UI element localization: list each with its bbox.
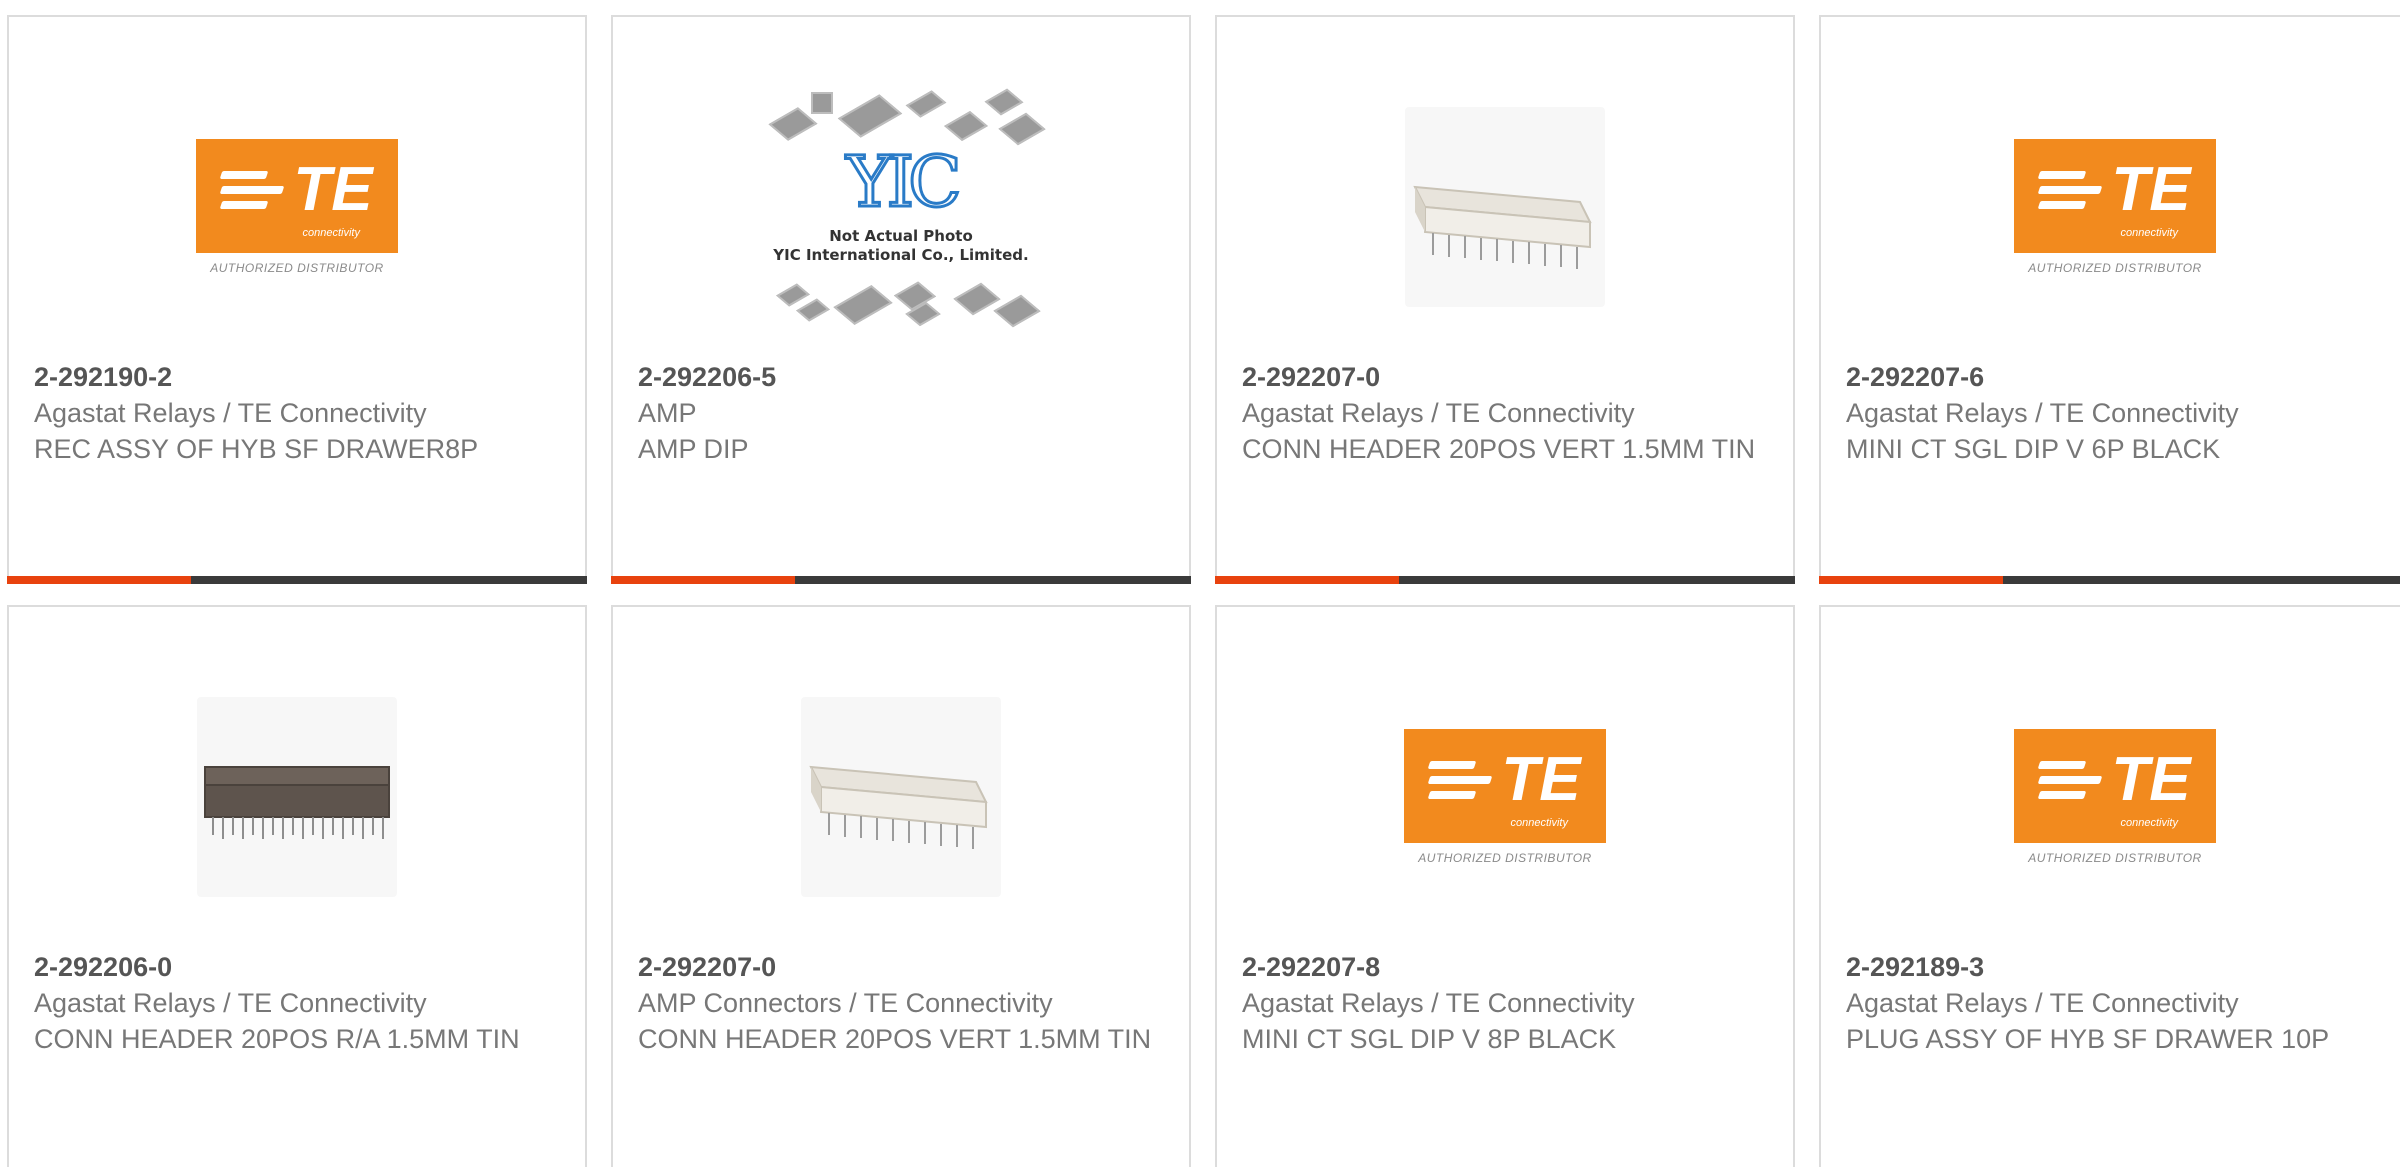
yic-caption-line1: Not Actual Photo <box>829 227 973 245</box>
te-logo-letters: TE <box>2111 155 2191 224</box>
card-bottom-bar <box>1819 576 2400 584</box>
te-logo-box: TE connectivity <box>196 139 398 253</box>
card-accent-bar <box>1819 576 2003 584</box>
product-card[interactable]: TE connectivity AUTHORIZED DISTRIBUTOR 2… <box>1819 15 2400 584</box>
chip-icon <box>984 88 1024 116</box>
card-bottom-bar <box>1215 576 1795 584</box>
te-logo-sub: connectivity <box>302 227 360 239</box>
header-vertical-icon <box>1413 185 1592 269</box>
card-accent-bar <box>611 576 795 584</box>
yic-caption-line2: YIC International Co., Limited. <box>773 246 1029 264</box>
part-number-link[interactable]: 2-292207-0 <box>638 949 1164 985</box>
product-image[interactable] <box>751 677 1051 917</box>
description: MINI CT SGL DIP V 6P BLACK <box>1846 434 2221 464</box>
chip-icon <box>905 90 947 118</box>
chip-icon <box>833 285 893 325</box>
connector-header-image <box>801 697 1001 897</box>
product-image[interactable]: TE connectivity AUTHORIZED DISTRIBUTOR <box>1965 677 2265 917</box>
product-grid: TE connectivity AUTHORIZED DISTRIBUTOR 2… <box>0 0 2400 1167</box>
te-connectivity-logo: TE connectivity AUTHORIZED DISTRIBUTOR <box>2014 729 2216 865</box>
chip-icon <box>993 294 1041 328</box>
te-logo-box: TE connectivity <box>1404 729 1606 843</box>
product-image[interactable] <box>147 677 447 917</box>
product-card[interactable]: 2-292207-0 Agastat Relays / TE Connectiv… <box>1215 15 1795 584</box>
description: AMP DIP <box>638 434 749 464</box>
te-logo-sub: connectivity <box>1510 817 1568 829</box>
authorized-distributor-label: AUTHORIZED DISTRIBUTOR <box>210 261 384 275</box>
te-logo-letters: TE <box>1501 745 1581 814</box>
card-bottom-bar <box>611 576 1191 584</box>
authorized-distributor-label: AUTHORIZED DISTRIBUTOR <box>2028 851 2202 865</box>
manufacturer: Agastat Relays / TE Connectivity <box>34 988 427 1018</box>
te-logo-sub: connectivity <box>2120 817 2178 829</box>
card-accent-bar <box>7 576 191 584</box>
te-lines-icon <box>2038 761 2103 799</box>
te-connectivity-logo: TE connectivity AUTHORIZED DISTRIBUTOR <box>1404 729 1606 865</box>
card-accent-bar <box>1215 576 1399 584</box>
part-number-link[interactable]: 2-292190-2 <box>34 359 560 395</box>
chip-icon <box>796 298 830 322</box>
product-card[interactable]: YIC Not Actual Photo YIC International C… <box>611 15 1191 584</box>
te-logo-letters: TE <box>293 155 373 224</box>
yic-placeholder-image: YIC Not Actual Photo YIC International C… <box>766 87 1046 328</box>
part-number-link[interactable]: 2-292207-8 <box>1242 949 1768 985</box>
description: PLUG ASSY OF HYB SF DRAWER 10P <box>1846 1024 2330 1054</box>
te-connectivity-logo: TE connectivity AUTHORIZED DISTRIBUTOR <box>196 139 398 275</box>
chip-icon <box>811 92 833 114</box>
chip-icon <box>998 112 1046 146</box>
product-card[interactable]: 2-292207-0 AMP Connectors / TE Connectiv… <box>611 605 1191 1167</box>
te-lines-icon <box>220 171 285 209</box>
manufacturer: Agastat Relays / TE Connectivity <box>1846 988 2239 1018</box>
authorized-distributor-label: AUTHORIZED DISTRIBUTOR <box>1418 851 1592 865</box>
product-image[interactable]: TE connectivity AUTHORIZED DISTRIBUTOR <box>147 87 447 327</box>
product-card[interactable]: TE connectivity AUTHORIZED DISTRIBUTOR 2… <box>7 15 587 584</box>
product-image[interactable]: YIC Not Actual Photo YIC International C… <box>751 87 1051 328</box>
card-bottom-bar <box>7 576 587 584</box>
yic-logo: YIC <box>845 141 963 223</box>
te-lines-icon <box>2038 171 2103 209</box>
te-logo-box: TE connectivity <box>2014 139 2216 253</box>
product-image[interactable]: TE connectivity AUTHORIZED DISTRIBUTOR <box>1355 677 1655 917</box>
connector-header-image <box>1405 107 1605 307</box>
manufacturer: Agastat Relays / TE Connectivity <box>1242 398 1635 428</box>
chip-icon <box>944 110 988 142</box>
chip-icon <box>837 94 903 138</box>
part-number-link[interactable]: 2-292189-3 <box>1846 949 2384 985</box>
te-logo-box: TE connectivity <box>2014 729 2216 843</box>
part-number-link[interactable]: 2-292206-0 <box>34 949 560 985</box>
header-right-angle-icon <box>204 766 390 839</box>
description: REC ASSY OF HYB SF DRAWER8P <box>34 434 479 464</box>
description: CONN HEADER 20POS VERT 1.5MM TIN <box>1242 434 1756 464</box>
te-lines-icon <box>1428 761 1493 799</box>
description: CONN HEADER 20POS VERT 1.5MM TIN <box>638 1024 1152 1054</box>
header-vertical-icon <box>809 765 988 849</box>
product-card[interactable]: 2-292206-0 Agastat Relays / TE Connectiv… <box>7 605 587 1167</box>
product-image[interactable] <box>1355 87 1655 327</box>
te-logo-sub: connectivity <box>2120 227 2178 239</box>
manufacturer: Agastat Relays / TE Connectivity <box>1242 988 1635 1018</box>
authorized-distributor-label: AUTHORIZED DISTRIBUTOR <box>2028 261 2202 275</box>
manufacturer: AMP Connectors / TE Connectivity <box>638 988 1053 1018</box>
product-image[interactable]: TE connectivity AUTHORIZED DISTRIBUTOR <box>1965 87 2265 327</box>
part-number-link[interactable]: 2-292207-0 <box>1242 359 1768 395</box>
description: CONN HEADER 20POS R/A 1.5MM TIN <box>34 1024 520 1054</box>
connector-header-image <box>197 697 397 897</box>
product-card[interactable]: TE connectivity AUTHORIZED DISTRIBUTOR 2… <box>1215 605 1795 1167</box>
product-card[interactable]: TE connectivity AUTHORIZED DISTRIBUTOR 2… <box>1819 605 2400 1167</box>
part-number-link[interactable]: 2-292207-6 <box>1846 359 2384 395</box>
manufacturer: AMP <box>638 398 697 428</box>
part-number-link[interactable]: 2-292206-5 <box>638 359 1164 395</box>
manufacturer: Agastat Relays / TE Connectivity <box>1846 398 2239 428</box>
te-logo-letters: TE <box>2111 745 2191 814</box>
manufacturer: Agastat Relays / TE Connectivity <box>34 398 427 428</box>
description: MINI CT SGL DIP V 8P BLACK <box>1242 1024 1617 1054</box>
yic-caption: Not Actual Photo YIC International Co., … <box>766 227 1036 265</box>
te-connectivity-logo: TE connectivity AUTHORIZED DISTRIBUTOR <box>2014 139 2216 275</box>
chip-icon <box>776 283 810 307</box>
